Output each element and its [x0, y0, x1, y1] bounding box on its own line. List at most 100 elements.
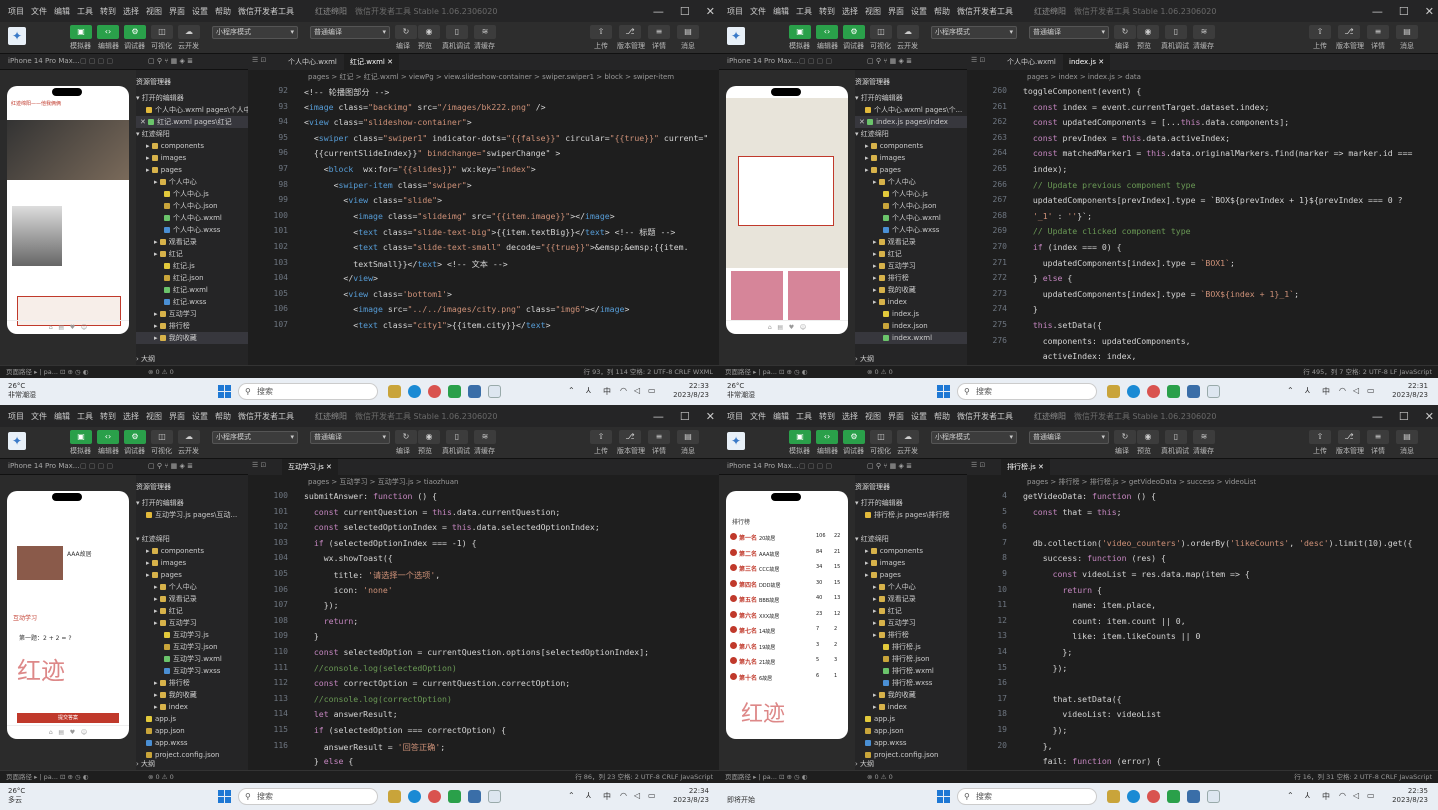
device-select[interactable]: iPhone 14 Pro Max...	[8, 462, 79, 470]
file-item[interactable]: 红记.wxml	[136, 284, 248, 296]
code-line[interactable]: };	[1023, 647, 1072, 657]
code-line[interactable]: if (index === 0) {	[1023, 242, 1122, 252]
device-select[interactable]: iPhone 14 Pro Max...	[727, 57, 798, 65]
file-item[interactable]: index.js	[855, 308, 967, 320]
code-line[interactable]: if (selectedOptionIndex === -1) {	[304, 538, 477, 548]
settings-icon[interactable]	[1187, 790, 1200, 803]
settings-icon[interactable]	[468, 385, 481, 398]
project-root[interactable]: ▾ 红迹绵阳	[855, 128, 967, 140]
file-item[interactable]: app.wxss	[855, 737, 967, 749]
folder-item[interactable]: ▸ 个人中心	[136, 176, 248, 188]
minimize-icon[interactable]: —	[653, 5, 664, 18]
menu-item-8[interactable]: 设置	[192, 412, 208, 421]
file-explorer-icon[interactable]	[388, 385, 401, 398]
folder-item[interactable]: ▸ index	[136, 701, 248, 713]
code-line[interactable]: <swiper-item class="swiper">	[304, 180, 472, 190]
editor-button[interactable]: ‹›	[816, 25, 838, 39]
folder-item[interactable]: ▸ 红记	[136, 605, 248, 617]
close-icon[interactable]: ✕	[706, 410, 715, 423]
folder-item[interactable]: ▸ components	[136, 140, 248, 152]
file-item[interactable]: app.wxss	[136, 737, 248, 749]
phone-screen[interactable]: AAA故居 互动学习 第一题：2 + 2 = ? 红迹 提交答案 ⌂ ▤ ♥ ☺	[7, 491, 129, 739]
windows-start-icon[interactable]	[218, 790, 231, 803]
menu-item-10[interactable]: 微信开发者工具	[957, 412, 1013, 421]
windows-start-icon[interactable]	[937, 385, 950, 398]
cloud-button[interactable]: ☁	[178, 430, 200, 444]
open-editor-item-1[interactable]: 个人中心.wxml pages\个人中心	[136, 104, 248, 116]
folder-item[interactable]: ▸ 排行榜	[136, 320, 248, 332]
code-line[interactable]: this.setData({	[1023, 320, 1102, 330]
taskbar-search[interactable]: ⚲ 搜索	[957, 788, 1097, 805]
folder-item[interactable]: ▸ index	[855, 296, 967, 308]
menu-item-4[interactable]: 转到	[819, 7, 835, 16]
device-select[interactable]: iPhone 14 Pro Max...	[727, 462, 798, 470]
file-item[interactable]: 互动学习.json	[136, 641, 248, 653]
compile-select[interactable]: 普通编译 ▾	[310, 26, 390, 39]
menu-item-1[interactable]: 文件	[750, 412, 766, 421]
code-area[interactable]: 100 submitAnswer: function () {101 const …	[248, 491, 719, 770]
outline-header[interactable]: › 大纲	[136, 353, 248, 365]
clear-cache-button[interactable]: ≋	[474, 430, 496, 444]
file-item[interactable]: 个人中心.wxss	[136, 224, 248, 236]
rank-row[interactable]: 第四名 DDD故居 30 15	[730, 579, 844, 592]
edge-icon[interactable]	[408, 790, 421, 803]
menu-item-5[interactable]: 选择	[123, 412, 139, 421]
ime-icon[interactable]: ⅄	[1305, 386, 1310, 395]
edge-icon[interactable]	[408, 385, 421, 398]
code-line[interactable]: const correctOption = currentQuestion.co…	[304, 678, 570, 688]
code-line[interactable]: <text class="slide-text-big">{{item.text…	[304, 226, 675, 238]
file-item[interactable]: 互动学习.js	[136, 629, 248, 641]
zoom-select[interactable]: ▢ ▢ ▢ ▢	[799, 57, 832, 65]
maximize-icon[interactable]: ☐	[1399, 5, 1409, 18]
taskbar-search[interactable]: ⚲ 搜索	[957, 383, 1097, 400]
code-line[interactable]: title: '请选择一个选项',	[304, 569, 441, 581]
folder-item[interactable]: ▸ 个人中心	[855, 581, 967, 593]
maximize-icon[interactable]: ☐	[680, 5, 690, 18]
details-button[interactable]: ≡	[648, 430, 670, 444]
menu-item-1[interactable]: 文件	[31, 412, 47, 421]
file-item[interactable]: 排行榜.json	[855, 653, 967, 665]
minimize-icon[interactable]: —	[653, 410, 664, 423]
code-line[interactable]: <view class='bottom1'>	[304, 289, 452, 299]
code-line[interactable]: like: item.likeCounts || 0	[1023, 631, 1200, 641]
code-line[interactable]: updatedComponents[index].type = `BOX1`;	[1023, 258, 1235, 268]
menu-item-1[interactable]: 文件	[31, 7, 47, 16]
close-icon[interactable]: ✕	[1425, 410, 1434, 423]
tab-2-active[interactable]: 互动学习.js ✕	[282, 459, 338, 475]
visual-button[interactable]: ◫	[870, 25, 892, 39]
code-line[interactable]: const updatedComponents = [...this.data.…	[1023, 117, 1289, 127]
file-explorer-icon[interactable]	[1107, 790, 1120, 803]
simulator-button[interactable]: ▣	[789, 430, 811, 444]
code-line[interactable]: db.collection('video_counters').orderBy(…	[1023, 538, 1413, 548]
menu-item-3[interactable]: 工具	[796, 412, 812, 421]
simulator-button[interactable]: ▣	[789, 25, 811, 39]
file-explorer-icon[interactable]	[388, 790, 401, 803]
code-line[interactable]: answerResult = '回答正确';	[304, 741, 446, 753]
weather-widget[interactable]: 26°C 非常潮湿	[727, 382, 755, 400]
wechat-icon[interactable]	[1167, 790, 1180, 803]
weather-widget[interactable]: 26°C 非常潮湿	[8, 382, 36, 400]
close-icon[interactable]: ✕	[1425, 5, 1434, 18]
code-line[interactable]: let answerResult;	[304, 709, 398, 719]
code-line[interactable]: count: item.count || 0,	[1023, 616, 1185, 626]
code-line[interactable]: <image src="../../images/city.png" class…	[304, 304, 629, 314]
project-root[interactable]: ▾ 红迹绵阳	[136, 533, 248, 545]
banner-image[interactable]	[7, 120, 129, 180]
menu-item-3[interactable]: 工具	[77, 412, 93, 421]
rank-row[interactable]: 第二名 AAA故居 84 21	[730, 548, 844, 561]
file-item[interactable]: 排行榜.wxss	[855, 677, 967, 689]
file-item[interactable]: 红记.js	[136, 260, 248, 272]
clear-cache-button[interactable]: ≋	[1193, 430, 1215, 444]
folder-item[interactable]: ▸ 互动学习	[136, 308, 248, 320]
windows-start-icon[interactable]	[218, 385, 231, 398]
chrome-icon[interactable]	[428, 790, 441, 803]
tabs-nav-icons[interactable]: ☰ ⊡	[971, 461, 985, 469]
weather-widget[interactable]: 即将开始	[727, 787, 755, 805]
rank-row[interactable]: 第五名 BBB故居 40 13	[730, 595, 844, 607]
menu-item-9[interactable]: 帮助	[934, 412, 950, 421]
project-root[interactable]: ▾ 红迹绵阳	[136, 128, 248, 140]
editor-button[interactable]: ‹›	[816, 430, 838, 444]
menu-item-4[interactable]: 转到	[100, 7, 116, 16]
tab-2-active[interactable]: index.js ✕	[1063, 54, 1111, 70]
debugger-button[interactable]: ⚙	[843, 430, 865, 444]
